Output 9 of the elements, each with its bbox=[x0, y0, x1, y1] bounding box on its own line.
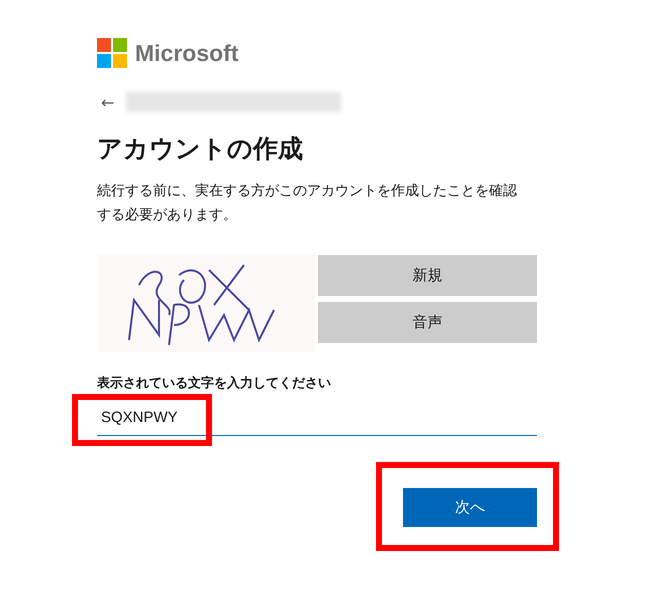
description: 続行する前に、実在する方がこのアカウントを作成したことを確認する必要があります。 bbox=[97, 182, 518, 225]
logo-icon bbox=[97, 38, 127, 68]
captcha-button[interactable]: 新規 bbox=[318, 255, 537, 296]
brand-name: Microsoft bbox=[135, 40, 238, 66]
field-label: 表示されている文字を入力してください bbox=[97, 374, 332, 392]
page-title: アカウントの作成 bbox=[97, 133, 304, 165]
back-button[interactable]: ← bbox=[101, 92, 114, 112]
next-button[interactable]: 次へ bbox=[403, 488, 537, 527]
captcha-button[interactable]: 音声 bbox=[318, 302, 537, 343]
